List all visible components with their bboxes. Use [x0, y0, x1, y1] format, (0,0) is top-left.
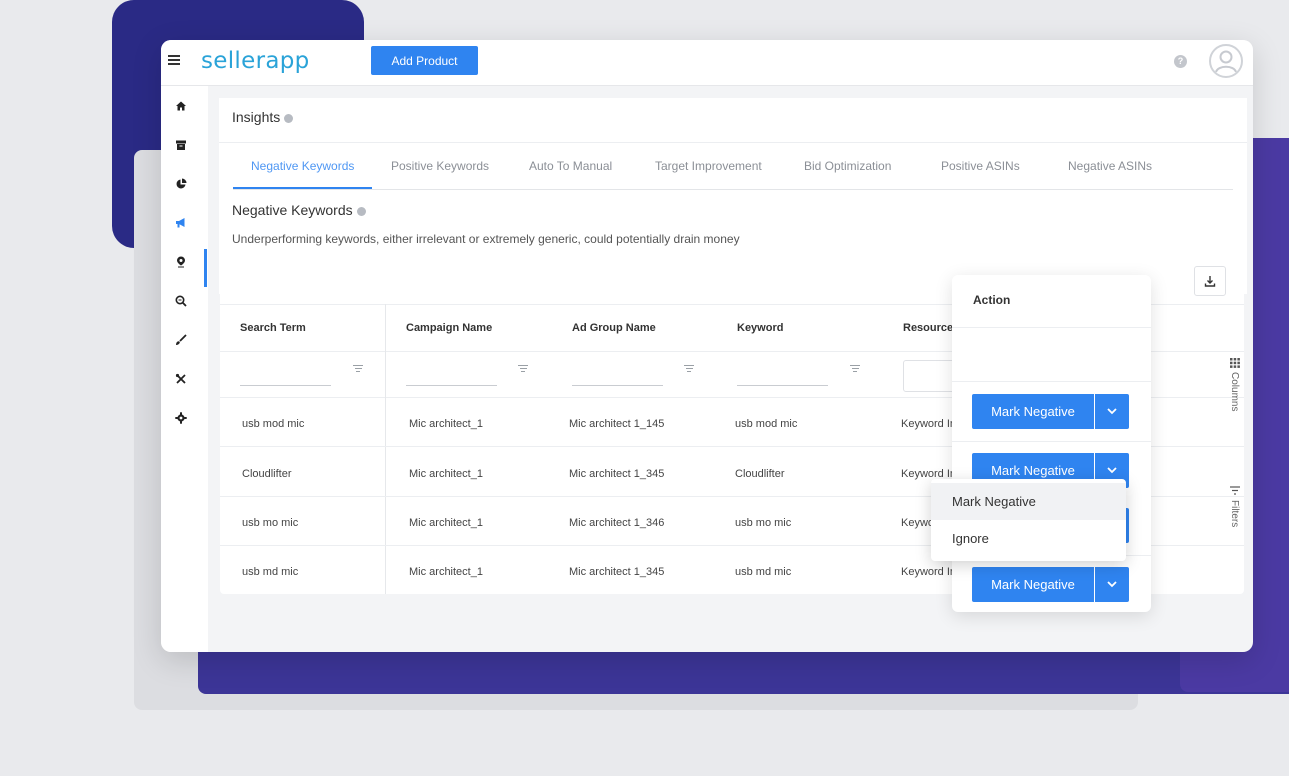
home-icon[interactable] — [173, 100, 189, 116]
cell-search-term: usb mod mic — [242, 418, 305, 430]
help-icon[interactable]: ? — [1174, 55, 1187, 68]
archive-icon[interactable] — [173, 139, 189, 155]
mark-negative-button[interactable]: Mark Negative — [972, 567, 1094, 602]
ad-group-name-filter-input[interactable] — [572, 370, 663, 386]
section-description: Underperforming keywords, either irrelev… — [232, 232, 740, 246]
divider — [952, 381, 1151, 382]
column-header-resource[interactable]: Resource — [903, 322, 953, 334]
cell-resource: Keyword In — [901, 566, 957, 578]
active-tab-underline — [233, 187, 372, 189]
cell-keyword: Cloudlifter — [735, 468, 785, 480]
cell-search-term: usb mo mic — [242, 517, 299, 529]
chevron-down-icon[interactable] — [1095, 567, 1129, 602]
campaign-name-filter-input[interactable] — [406, 370, 497, 386]
tools-icon[interactable] — [173, 373, 189, 389]
sellerapp-logo[interactable]: sellerapp — [201, 48, 310, 74]
cell-campaign-name: Mic architect_1 — [409, 418, 483, 430]
cell-ad-group-name: Mic architect 1_345 — [569, 566, 665, 578]
cell-ad-group-name: Mic architect 1_145 — [569, 418, 665, 430]
top-bar: sellerapp Add Product ? — [161, 40, 1253, 86]
pie-chart-icon[interactable] — [173, 178, 189, 194]
column-header-search-term[interactable]: Search Term — [240, 322, 306, 334]
column-header-ad-group-name[interactable]: Ad Group Name — [572, 322, 656, 334]
search-term-filter-input[interactable] — [240, 370, 331, 386]
mark-negative-button[interactable]: Mark Negative — [972, 394, 1094, 429]
action-column-panel: Action Mark Negative Mark Negative Mark … — [952, 275, 1151, 612]
filter-icon[interactable] — [684, 365, 694, 373]
cell-keyword: usb md mic — [735, 566, 792, 578]
cell-campaign-name: Mic architect_1 — [409, 517, 483, 529]
section-title: Negative Keywords — [232, 202, 366, 218]
user-avatar-icon[interactable] — [1209, 44, 1243, 78]
action-column-header: Action — [973, 293, 1011, 307]
filter-icon[interactable] — [353, 365, 363, 373]
cell-resource: Keyword In — [901, 418, 957, 430]
info-icon[interactable] — [356, 206, 366, 216]
action-dropdown-menu: Mark Negative Ignore — [931, 479, 1126, 561]
tab-bid-optimization[interactable]: Bid Optimization — [804, 159, 891, 173]
cell-resource: Keywo — [901, 517, 935, 529]
divider — [952, 441, 1151, 442]
tab-positive-asins[interactable]: Positive ASINs — [941, 159, 1020, 173]
insight-tabs: Negative Keywords Positive Keywords Auto… — [233, 144, 1233, 190]
sidebar-active-indicator — [204, 249, 207, 287]
menu-item-ignore[interactable]: Ignore — [931, 520, 1126, 557]
cell-ad-group-name: Mic architect 1_345 — [569, 468, 665, 480]
mark-negative-split-button: Mark Negative — [972, 567, 1129, 602]
cell-campaign-name: Mic architect_1 — [409, 468, 483, 480]
location-pin-icon[interactable] — [173, 256, 189, 272]
download-icon — [1204, 276, 1216, 287]
sidebar-nav — [161, 86, 208, 652]
cell-search-term: Cloudlifter — [242, 468, 292, 480]
column-header-campaign-name[interactable]: Campaign Name — [406, 322, 492, 334]
tab-auto-to-manual[interactable]: Auto To Manual — [529, 159, 612, 173]
filter-icon[interactable] — [850, 365, 860, 373]
cell-ad-group-name: Mic architect 1_346 — [569, 517, 665, 529]
columns-tool[interactable]: Columns — [1228, 358, 1242, 422]
chevron-down-icon[interactable] — [1095, 394, 1129, 429]
cell-keyword: usb mo mic — [735, 517, 792, 529]
filters-tool[interactable]: Filters — [1228, 486, 1242, 546]
info-icon[interactable] — [284, 113, 294, 123]
tab-negative-asins[interactable]: Negative ASINs — [1068, 159, 1152, 173]
brush-icon[interactable] — [173, 334, 189, 350]
cell-keyword: usb mod mic — [735, 418, 798, 430]
column-header-keyword[interactable]: Keyword — [737, 322, 783, 334]
search-icon[interactable] — [173, 295, 189, 311]
settings-gear-icon[interactable] — [173, 412, 189, 428]
cell-search-term: usb md mic — [242, 566, 299, 578]
hamburger-menu-icon[interactable] — [168, 55, 180, 67]
columns-label: Columns — [1229, 372, 1240, 412]
cell-campaign-name: Mic architect_1 — [409, 566, 483, 578]
divider — [952, 327, 1151, 328]
insights-heading: Insights — [232, 109, 294, 125]
divider — [219, 142, 1247, 143]
tab-target-improvement[interactable]: Target Improvement — [655, 159, 762, 173]
keyword-filter-input[interactable] — [737, 370, 828, 386]
filters-label: Filters — [1229, 500, 1240, 528]
filter-icon[interactable] — [518, 365, 528, 373]
filter-icon — [1230, 486, 1240, 495]
download-button[interactable] — [1194, 266, 1226, 296]
mark-negative-split-button: Mark Negative — [972, 394, 1129, 429]
add-product-button[interactable]: Add Product — [371, 46, 478, 75]
tab-positive-keywords[interactable]: Positive Keywords — [391, 159, 489, 173]
megaphone-icon[interactable] — [173, 217, 189, 233]
tab-negative-keywords[interactable]: Negative Keywords — [251, 159, 354, 173]
menu-item-mark-negative[interactable]: Mark Negative — [931, 483, 1126, 520]
columns-grid-icon — [1230, 358, 1240, 368]
